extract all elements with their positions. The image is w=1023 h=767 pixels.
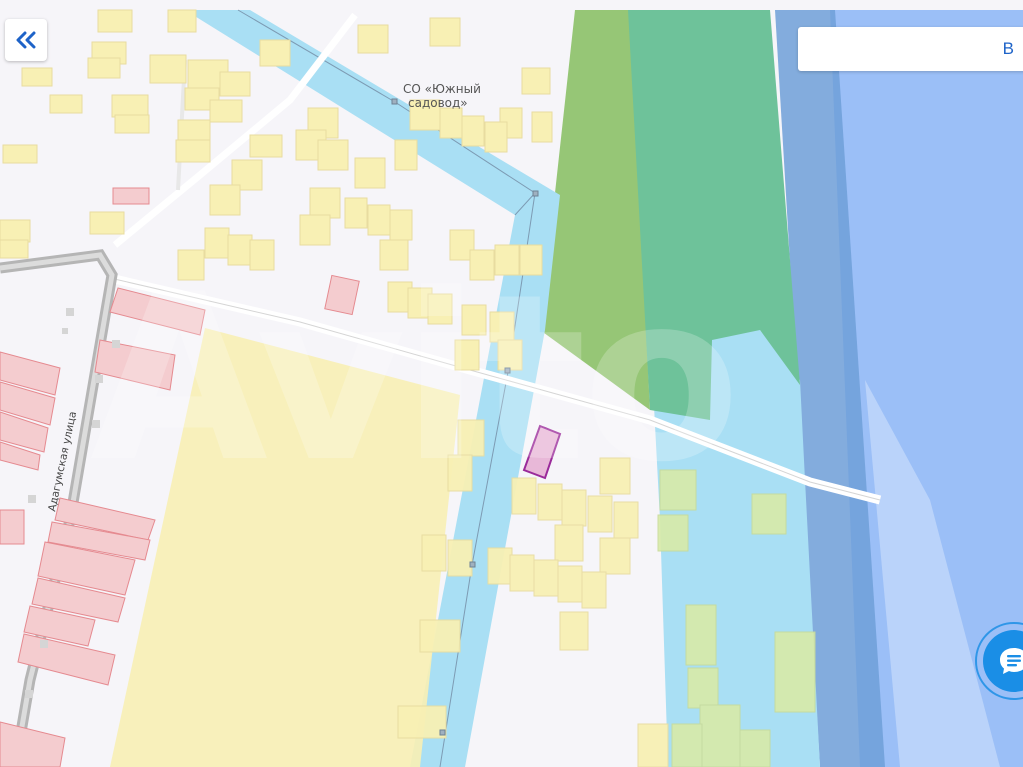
search-panel-text: В: [1002, 39, 1014, 58]
chat-button-inner: [983, 630, 1023, 692]
collapse-panel-button[interactable]: [5, 19, 47, 61]
double-chevron-left-icon: [16, 31, 36, 49]
snt-label-line1: СО «Южный: [403, 82, 481, 96]
search-panel[interactable]: В: [798, 27, 1023, 71]
watermark-logo: Avito: [90, 246, 737, 513]
chat-icon: [1000, 648, 1023, 674]
snt-label-line2: садовод»: [408, 96, 468, 110]
cadastral-map[interactable]: СО «Южный садовод» Адагумская улица Avit…: [0, 0, 1023, 767]
